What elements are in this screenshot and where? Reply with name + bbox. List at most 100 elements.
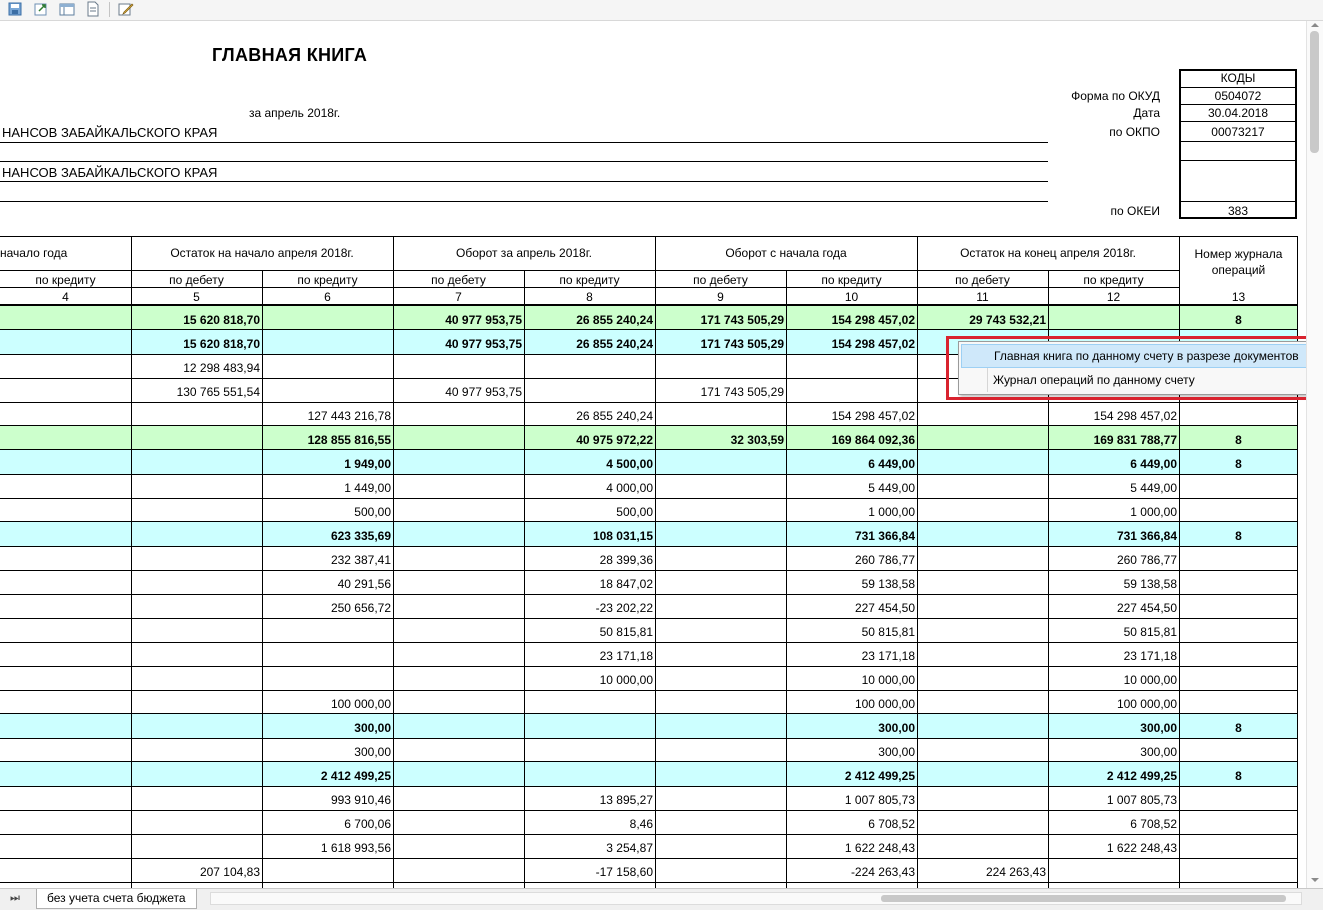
- table-cell[interactable]: 731 366,84: [1048, 522, 1179, 546]
- table-row[interactable]: 232 387,41 28 399,36 260 786,77 260 786,77: [0, 546, 1298, 570]
- table-cell[interactable]: [1179, 834, 1298, 858]
- table-cell[interactable]: 4 500,00: [524, 450, 655, 474]
- table-cell[interactable]: [0, 834, 131, 858]
- table-cell[interactable]: [131, 594, 262, 618]
- table-cell[interactable]: 18 847,02: [524, 570, 655, 594]
- table-cell[interactable]: [1179, 738, 1298, 762]
- table-cell[interactable]: [1179, 474, 1298, 498]
- table-cell[interactable]: [1179, 810, 1298, 834]
- table-cell[interactable]: [655, 642, 786, 666]
- table-row[interactable]: 23 171,18 23 171,18 23 171,18: [0, 642, 1298, 666]
- table-cell[interactable]: 5 449,00: [786, 474, 917, 498]
- table-cell[interactable]: [0, 498, 131, 522]
- table-cell[interactable]: [655, 498, 786, 522]
- table-cell[interactable]: [655, 762, 786, 786]
- table-cell[interactable]: 169 864 092,36: [786, 426, 917, 450]
- table-cell[interactable]: [1048, 858, 1179, 882]
- table-cell[interactable]: 50 815,81: [1048, 618, 1179, 642]
- table-cell[interactable]: [917, 594, 1048, 618]
- table-cell[interactable]: [393, 474, 524, 498]
- table-cell[interactable]: [1179, 594, 1298, 618]
- table-cell[interactable]: [0, 594, 131, 618]
- table-cell[interactable]: [393, 522, 524, 546]
- table-cell[interactable]: [393, 546, 524, 570]
- sheet-nav-icon[interactable]: ⏭: [10, 892, 20, 905]
- table-cell[interactable]: [917, 786, 1048, 810]
- table-cell[interactable]: [131, 810, 262, 834]
- table-cell[interactable]: [917, 570, 1048, 594]
- table-cell[interactable]: 108 031,15: [524, 522, 655, 546]
- table-cell[interactable]: [393, 402, 524, 426]
- table-cell[interactable]: [524, 690, 655, 714]
- table-cell[interactable]: [0, 354, 131, 378]
- table-cell[interactable]: 4 000,00: [524, 474, 655, 498]
- table-cell[interactable]: [131, 402, 262, 426]
- sheet-tab[interactable]: без учета счета бюджета: [36, 889, 197, 909]
- edit-icon[interactable]: [118, 1, 134, 17]
- table-cell[interactable]: [0, 570, 131, 594]
- table-cell[interactable]: [1179, 666, 1298, 690]
- table-cell[interactable]: 10 000,00: [1048, 666, 1179, 690]
- table-cell[interactable]: [0, 450, 131, 474]
- table-cell[interactable]: 1 000,00: [1048, 498, 1179, 522]
- table-cell[interactable]: [1179, 618, 1298, 642]
- table-cell[interactable]: [917, 642, 1048, 666]
- table-cell[interactable]: 100 000,00: [262, 690, 393, 714]
- table-cell[interactable]: [262, 306, 393, 330]
- table-row[interactable]: 207 104,83 -17 158,60 -224 263,43 224 263,4…: [0, 858, 1298, 882]
- table-cell[interactable]: 1 000,00: [786, 498, 917, 522]
- table-cell[interactable]: 6 708,52: [786, 810, 917, 834]
- table-cell[interactable]: 26 855 240,24: [524, 402, 655, 426]
- table-cell[interactable]: [655, 522, 786, 546]
- table-cell[interactable]: [131, 618, 262, 642]
- table-cell[interactable]: [0, 474, 131, 498]
- table-cell[interactable]: 100 000,00: [1048, 690, 1179, 714]
- table-cell[interactable]: 130 765 551,54: [131, 378, 262, 402]
- table-row[interactable]: 100 000,00 100 000,00 100 000,00: [0, 690, 1298, 714]
- table-cell[interactable]: [524, 762, 655, 786]
- table-cell[interactable]: [1048, 306, 1179, 330]
- table-cell[interactable]: 8: [1179, 306, 1298, 330]
- table-row[interactable]: 1 949,00 4 500,00 6 449,00 6 449,00 8: [0, 450, 1298, 474]
- table-cell[interactable]: 731 366,84: [786, 522, 917, 546]
- table-row[interactable]: 993 910,46 13 895,27 1 007 805,73 1 007 805…: [0, 786, 1298, 810]
- table-cell[interactable]: 40 977 953,75: [393, 330, 524, 354]
- table-cell[interactable]: 8: [1179, 714, 1298, 738]
- table-cell[interactable]: [131, 474, 262, 498]
- table-cell[interactable]: 29 743 532,21: [917, 306, 1048, 330]
- table-cell[interactable]: -23 202,22: [524, 594, 655, 618]
- table-cell[interactable]: 23 171,18: [1048, 642, 1179, 666]
- table-cell[interactable]: [262, 858, 393, 882]
- table-cell[interactable]: [655, 570, 786, 594]
- table-cell[interactable]: 207 104,83: [131, 858, 262, 882]
- table-cell[interactable]: 40 977 953,75: [393, 306, 524, 330]
- table-cell[interactable]: 250 656,72: [262, 594, 393, 618]
- table-row[interactable]: 2 412 499,25 2 412 499,25 2 412 499,25 8: [0, 762, 1298, 786]
- table-cell[interactable]: [655, 546, 786, 570]
- table-cell[interactable]: [1179, 690, 1298, 714]
- table-cell[interactable]: [0, 762, 131, 786]
- table-cell[interactable]: 8,46: [524, 810, 655, 834]
- table-cell[interactable]: [917, 450, 1048, 474]
- table-cell[interactable]: 40 975 972,22: [524, 426, 655, 450]
- table-cell[interactable]: 8: [1179, 450, 1298, 474]
- table-cell[interactable]: [917, 810, 1048, 834]
- table-cell[interactable]: [131, 666, 262, 690]
- table-cell[interactable]: [0, 738, 131, 762]
- table-row[interactable]: 40 291,56 18 847,02 59 138,58 59 138,58: [0, 570, 1298, 594]
- horizontal-scrollbar[interactable]: [210, 892, 1302, 905]
- table-cell[interactable]: 171 743 505,29: [655, 330, 786, 354]
- table-row[interactable]: 6 700,06 8,46 6 708,52 6 708,52: [0, 810, 1298, 834]
- table-cell[interactable]: [917, 762, 1048, 786]
- table-cell[interactable]: 1 622 248,43: [786, 834, 917, 858]
- table-cell[interactable]: [262, 642, 393, 666]
- table-cell[interactable]: [524, 354, 655, 378]
- export-icon[interactable]: [33, 1, 49, 17]
- table-cell[interactable]: [917, 546, 1048, 570]
- table-cell[interactable]: [655, 714, 786, 738]
- table-cell[interactable]: [393, 354, 524, 378]
- table-cell[interactable]: [393, 714, 524, 738]
- table-cell[interactable]: [131, 762, 262, 786]
- table-cell[interactable]: [262, 666, 393, 690]
- table-cell[interactable]: 127 443 216,78: [262, 402, 393, 426]
